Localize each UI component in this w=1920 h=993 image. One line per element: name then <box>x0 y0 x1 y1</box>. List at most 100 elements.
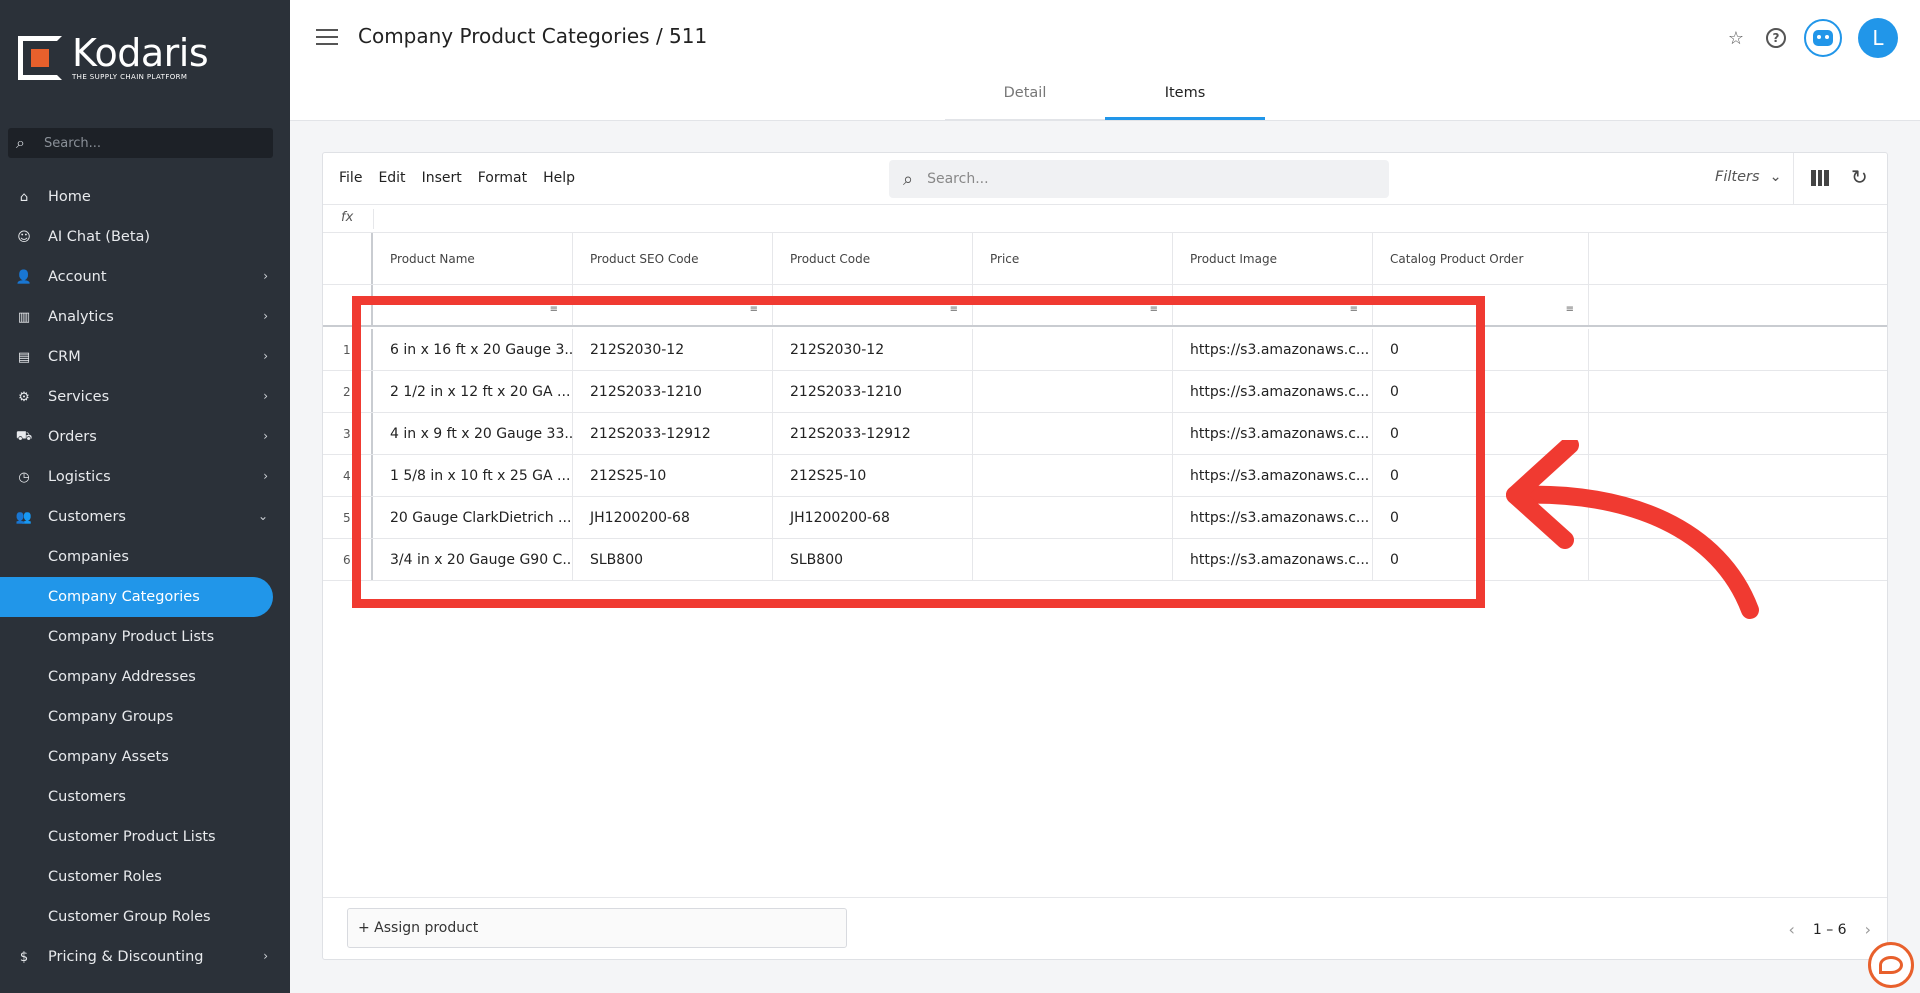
kodaris-logo[interactable]: Kodaris THE SUPPLY CHAIN PLATFORM <box>18 34 209 81</box>
sidebar-subitem-company-assets[interactable]: Company Assets <box>0 737 290 777</box>
top-actions: ☆ ? L <box>1724 18 1898 58</box>
sidebar-item-account[interactable]: 👤 Account › <box>0 257 290 297</box>
analytics-icon: ▥ <box>17 309 31 325</box>
columns-icon[interactable] <box>1811 170 1830 186</box>
help-button[interactable]: ? <box>1764 26 1788 50</box>
next-page-icon[interactable]: › <box>1865 920 1871 939</box>
column-header-catalog-product-order[interactable]: Catalog Product Order <box>1373 233 1589 284</box>
chevron-right-icon: › <box>263 349 268 363</box>
toolbar-divider <box>1793 153 1794 205</box>
menu-edit[interactable]: Edit <box>378 170 405 186</box>
search-icon: ⌕ <box>903 168 914 190</box>
sidebar-item-label: Services <box>48 389 110 405</box>
column-header-product-image[interactable]: Product Image <box>1173 233 1373 284</box>
chevron-right-icon: › <box>263 309 268 323</box>
logistics-icon: ◷ <box>18 469 30 485</box>
robot-icon <box>1813 30 1833 46</box>
sidebar-subitem-customer-roles[interactable]: Customer Roles <box>0 857 290 897</box>
grid-search: ⌕ <box>889 160 1389 198</box>
sidebar-item-label: Customers <box>48 509 126 525</box>
filters-label: Filters <box>1715 169 1760 185</box>
logo-text: Kodaris THE SUPPLY CHAIN PLATFORM <box>72 34 209 81</box>
help-icon: ? <box>1766 28 1786 48</box>
sidebar-subitem-customer-group-roles[interactable]: Customer Group Roles <box>0 897 290 937</box>
sidebar-subitem-company-addresses[interactable]: Company Addresses <box>0 657 290 697</box>
sidebar-item-crm[interactable]: ▤ CRM › <box>0 337 290 377</box>
sidebar-item-customers[interactable]: 👥 Customers ⌄ <box>0 497 290 537</box>
chevron-down-icon: ⌄ <box>257 509 268 523</box>
menu-format[interactable]: Format <box>478 170 527 186</box>
sidebar-item-home[interactable]: ⌂ Home <box>0 177 290 217</box>
truck-icon: ⛟ <box>15 428 33 444</box>
assign-product-button[interactable]: + Assign product <box>347 908 847 948</box>
filter-icon[interactable]: ≡ <box>1566 304 1574 315</box>
crm-icon: ▤ <box>17 349 31 365</box>
row-number-header <box>323 233 373 284</box>
search-icon: ⌕ <box>16 133 25 152</box>
column-header-product-seo-code[interactable]: Product SEO Code <box>573 233 773 284</box>
grid-toolbar: File Edit Insert Format Help ⌕ Filters ⌄… <box>323 153 1887 205</box>
page-range: 1 – 6 <box>1812 921 1847 938</box>
tab-detail[interactable]: Detail <box>945 78 1105 120</box>
top-bar: Company Product Categories / 511 ☆ ? L D… <box>290 0 1920 121</box>
formula-bar: fx <box>323 205 1887 233</box>
fx-label: fx <box>341 210 354 225</box>
menu-file[interactable]: File <box>339 170 362 186</box>
chevron-right-icon: › <box>263 269 268 283</box>
sidebar-subitem-company-product-lists[interactable]: Company Product Lists <box>0 617 290 657</box>
sidebar-item-analytics[interactable]: ▥ Analytics › <box>0 297 290 337</box>
sidebar-subitem-customer-product-lists[interactable]: Customer Product Lists <box>0 817 290 857</box>
annotation-arrow-icon <box>1506 440 1759 619</box>
sidebar-search: ⌕ <box>8 128 273 158</box>
sidebar-item-orders[interactable]: ⛟ Orders › <box>0 417 290 457</box>
grid-search-input[interactable] <box>927 171 1348 187</box>
tabs: Detail Items <box>945 78 1265 120</box>
sidebar-item-ai-chat-beta[interactable]: ☺ AI Chat (Beta) <box>0 217 290 257</box>
grid-header-row: Product Name Product SEO Code Product Code… <box>323 233 1887 285</box>
sidebar-item-logistics[interactable]: ◷ Logistics › <box>0 457 290 497</box>
sidebar-subitem-company-groups[interactable]: Company Groups <box>0 697 290 737</box>
menu-help[interactable]: Help <box>543 170 575 186</box>
sidebar-item-label: Logistics <box>48 469 111 485</box>
menu-insert[interactable]: Insert <box>422 170 462 186</box>
prev-page-icon[interactable]: ‹ <box>1788 920 1794 939</box>
chat-icon <box>1879 956 1903 974</box>
sidebar: Kodaris THE SUPPLY CHAIN PLATFORM ⌕ ⌂ Hom… <box>0 0 290 993</box>
robot-icon: ☺ <box>17 229 31 245</box>
sidebar-subitem-customers[interactable]: Customers <box>0 777 290 817</box>
empty-header-cell <box>1589 233 1889 284</box>
refresh-icon[interactable]: ↻ <box>1851 165 1868 189</box>
column-header-product-name[interactable]: Product Name <box>373 233 573 284</box>
column-header-price[interactable]: Price <box>973 233 1173 284</box>
sidebar-item-label: Pricing & Discounting <box>48 949 204 965</box>
sidebar-item-pricing-discounting[interactable]: $ Pricing & Discounting › <box>0 937 290 977</box>
chevron-right-icon: › <box>263 469 268 483</box>
sidebar-subitem-companies[interactable]: Companies <box>0 537 290 577</box>
user-avatar[interactable]: L <box>1858 18 1898 58</box>
sidebar-item-label: Home <box>48 189 91 205</box>
grid-menu-bar: File Edit Insert Format Help <box>339 170 575 186</box>
ai-assistant-button[interactable] <box>1804 19 1842 57</box>
sidebar-item-services[interactable]: ⚙ Services › <box>0 377 290 417</box>
sidebar-subitem-company-categories[interactable]: Company Categories <box>0 577 273 617</box>
empty-cell <box>1589 329 1889 370</box>
tab-items[interactable]: Items <box>1105 78 1265 120</box>
sidebar-item-label: Orders <box>48 429 97 445</box>
services-icon: ⚙ <box>18 389 30 405</box>
grid-footer: + Assign product ‹ 1 – 6 › <box>323 897 1887 959</box>
logo-mark-icon <box>18 36 62 80</box>
chevron-right-icon: › <box>263 949 268 963</box>
sidebar-item-label: Account <box>48 269 107 285</box>
hamburger-menu-icon[interactable] <box>316 26 338 48</box>
empty-cell <box>1589 371 1889 412</box>
filters-dropdown[interactable]: Filters ⌄ <box>1715 169 1782 185</box>
star-icon[interactable]: ☆ <box>1724 26 1748 50</box>
sidebar-item-label: AI Chat (Beta) <box>48 229 151 245</box>
chevron-down-icon: ⌄ <box>1769 169 1782 185</box>
column-header-product-code[interactable]: Product Code <box>773 233 973 284</box>
chevron-right-icon: › <box>263 389 268 403</box>
chat-widget-button[interactable] <box>1868 942 1914 988</box>
annotation-highlight-box <box>352 296 1485 608</box>
home-icon: ⌂ <box>19 189 29 205</box>
sidebar-search-input[interactable] <box>44 135 244 151</box>
